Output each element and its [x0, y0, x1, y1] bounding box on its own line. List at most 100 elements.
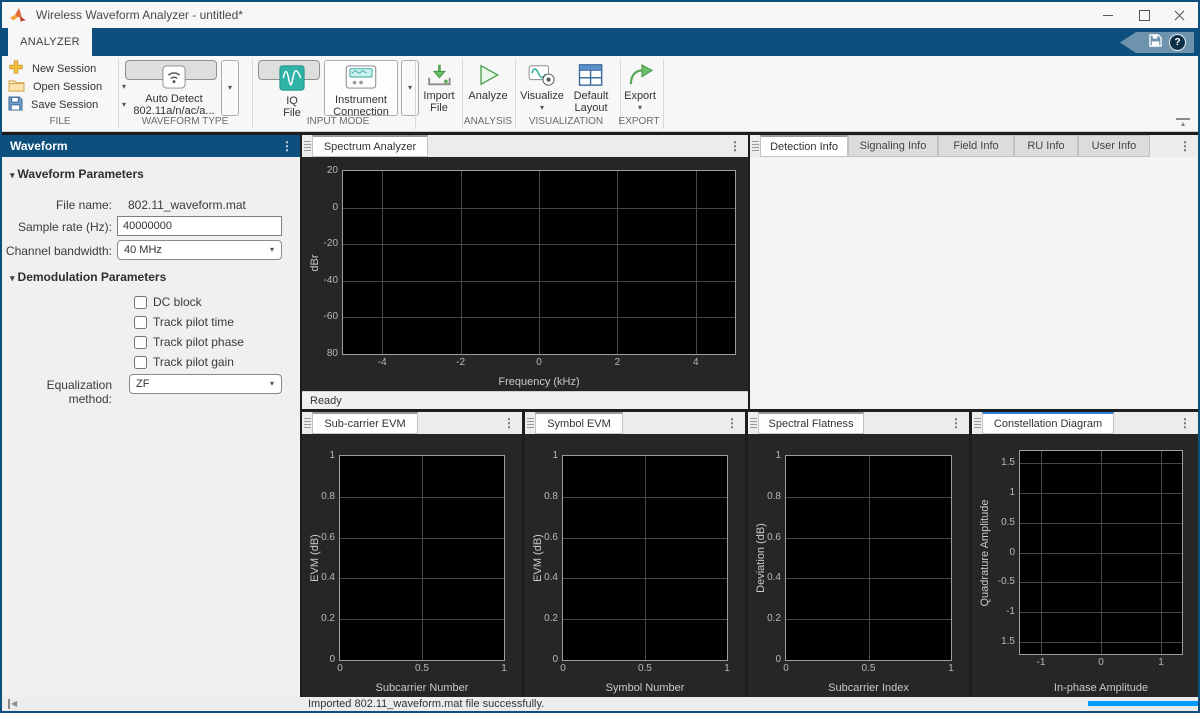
section-label-visualization: VISUALIZATION — [529, 116, 603, 127]
quick-access-bar: ? — [1120, 32, 1194, 53]
panel-grip-icon[interactable] — [974, 418, 981, 429]
channel-bandwidth-label: Channel bandwidth: — [2, 244, 112, 258]
minimize-button[interactable] — [1090, 2, 1126, 28]
analyze-button[interactable]: Analyze — [468, 60, 507, 120]
tab-detection-info[interactable]: Detection Info — [760, 135, 848, 157]
wifi-icon — [162, 65, 186, 92]
equalization-method-label: Equalization method: — [2, 378, 112, 406]
sample-rate-label: Sample rate (Hz): — [2, 220, 112, 234]
waveform-parameters-panel: Waveform Parameters File name: 802.11_wa… — [2, 157, 300, 697]
section-label-analysis: ANALYSIS — [464, 116, 512, 127]
visualize-button[interactable]: Visualize ▾ — [520, 60, 564, 120]
section-label-file: FILE — [49, 116, 70, 127]
open-session-button[interactable]: Open Session ▾ — [8, 78, 102, 95]
spectral-flatness-menu-icon[interactable]: ⋮ — [950, 417, 962, 429]
tab-ru-info[interactable]: RU Info — [1014, 135, 1078, 157]
title-bar: Wireless Waveform Analyzer - untitled* — [2, 2, 1198, 28]
auto-detect-button[interactable]: Auto Detect 802.11a/n/ac/a... — [125, 60, 217, 80]
panel-grip-icon[interactable] — [527, 418, 534, 429]
track-pilot-gain-checkbox[interactable] — [134, 356, 147, 369]
constellation-diagram-chart: 1.510.50-0.5-11.5-101Quadrature Amplitud… — [972, 434, 1198, 697]
section-label-input-mode: INPUT MODE — [307, 116, 370, 127]
track-pilot-time-checkbox[interactable] — [134, 316, 147, 329]
dc-block-checkbox-row: DC block — [134, 295, 202, 309]
waveform-panel-title: Waveform — [10, 139, 68, 153]
open-session-dropdown-icon[interactable]: ▾ — [122, 83, 126, 91]
save-session-button[interactable]: Save Session ▾ — [8, 96, 98, 113]
instrument-connection-button[interactable]: Instrument Connection — [324, 60, 398, 116]
maximize-icon — [1139, 10, 1150, 21]
section-label-waveform-type: WAVEFORM TYPE — [142, 116, 229, 127]
import-file-button[interactable]: Import File — [423, 60, 454, 120]
new-session-button[interactable]: New Session — [8, 60, 96, 77]
track-pilot-time-label: Track pilot time — [153, 315, 234, 329]
status-message: Imported 802.11_waveform.mat file succes… — [308, 698, 544, 710]
tab-signaling-info[interactable]: Signaling Info — [848, 135, 938, 157]
open-folder-icon — [8, 78, 25, 96]
export-button[interactable]: Export ▾ — [624, 60, 656, 120]
panel-grip-icon[interactable] — [750, 418, 757, 429]
status-scrollbar[interactable] — [1088, 701, 1198, 706]
info-tab-bar: Detection Info Signaling Info Field Info… — [750, 135, 1198, 157]
tab-spectral-flatness[interactable]: Spectral Flatness — [758, 412, 864, 434]
dc-block-checkbox[interactable] — [134, 296, 147, 309]
tab-spectrum-analyzer[interactable]: Spectrum Analyzer — [312, 135, 428, 157]
status-bar-left: ◀ — [2, 697, 300, 711]
waveform-parameters-header[interactable]: Waveform Parameters — [10, 167, 144, 181]
iq-file-icon — [279, 65, 305, 94]
default-layout-button[interactable]: Default Layout — [574, 60, 609, 120]
help-icon[interactable]: ? — [1169, 34, 1186, 51]
tab-constellation-diagram[interactable]: Constellation Diagram — [982, 412, 1114, 434]
ribbon-tab-bar: ANALYZER ? — [2, 28, 1198, 56]
save-icon — [8, 96, 23, 114]
spectrum-panel-menu-icon[interactable]: ⋮ — [729, 140, 741, 152]
panel-grip-icon[interactable] — [304, 141, 311, 152]
sample-rate-input[interactable] — [117, 216, 282, 236]
track-pilot-gain-checkbox-row: Track pilot gain — [134, 355, 234, 369]
quick-save-icon[interactable] — [1149, 34, 1162, 52]
track-pilot-phase-checkbox[interactable] — [134, 336, 147, 349]
symbol-evm-tab-bar: Symbol EVM ⋮ — [525, 412, 745, 434]
panel-grip-icon[interactable] — [304, 418, 311, 429]
import-file-icon — [426, 60, 452, 90]
first-page-icon[interactable]: ◀ — [8, 699, 17, 709]
status-bar: ◀ Imported 802.11_waveform.mat file succ… — [2, 697, 1198, 711]
spectrum-status-text: Ready — [310, 395, 342, 407]
waveform-type-dropdown[interactable]: ▾ — [221, 60, 239, 116]
collapse-ribbon-icon[interactable]: ▲ — [1176, 118, 1190, 130]
waveform-panel-header: Waveform ⋮ — [2, 135, 300, 157]
wireless-waveform-analyzer-window: Wireless Waveform Analyzer - untitled* A… — [0, 0, 1200, 713]
input-mode-dropdown[interactable]: ▾ — [401, 60, 419, 116]
export-dropdown-icon: ▾ — [638, 104, 642, 112]
track-pilot-gain-label: Track pilot gain — [153, 355, 234, 369]
equalization-method-select[interactable]: ZF ▾ — [129, 374, 282, 394]
visualize-icon — [528, 60, 556, 90]
symbol-evm-menu-icon[interactable]: ⋮ — [726, 417, 738, 429]
save-session-dropdown-icon[interactable]: ▾ — [122, 101, 126, 109]
track-pilot-phase-label: Track pilot phase — [153, 335, 244, 349]
close-icon — [1175, 10, 1185, 20]
close-button[interactable] — [1162, 2, 1198, 28]
instrument-icon — [345, 65, 377, 92]
tab-field-info[interactable]: Field Info — [938, 135, 1014, 157]
panel-grip-icon[interactable] — [752, 141, 759, 152]
iq-file-button[interactable]: IQ File — [258, 60, 320, 80]
track-pilot-phase-checkbox-row: Track pilot phase — [134, 335, 244, 349]
waveform-panel-menu-icon[interactable]: ⋮ — [281, 140, 293, 152]
constellation-tab-bar: Constellation Diagram ⋮ — [972, 412, 1198, 434]
file-name-value: 802.11_waveform.mat — [128, 198, 246, 212]
demodulation-parameters-header[interactable]: Demodulation Parameters — [10, 270, 166, 284]
tab-symbol-evm[interactable]: Symbol EVM — [535, 412, 623, 434]
maximize-button[interactable] — [1126, 2, 1162, 28]
spectral-flatness-tab-bar: Spectral Flatness ⋮ — [748, 412, 969, 434]
constellation-menu-icon[interactable]: ⋮ — [1179, 417, 1191, 429]
tab-subcarrier-evm[interactable]: Sub-carrier EVM — [312, 412, 418, 434]
tab-user-info[interactable]: User Info — [1078, 135, 1150, 157]
spectrum-analyzer-chart: 200-20-40-6080-4-2024dBrFrequency (kHz) — [302, 157, 748, 391]
visualize-dropdown-icon: ▾ — [540, 104, 544, 112]
info-panel-menu-icon[interactable]: ⋮ — [1179, 140, 1191, 152]
subcarrier-evm-menu-icon[interactable]: ⋮ — [503, 417, 515, 429]
tab-analyzer[interactable]: ANALYZER — [8, 28, 92, 56]
channel-bandwidth-select[interactable]: 40 MHz ▾ — [117, 240, 282, 260]
window-title: Wireless Waveform Analyzer - untitled* — [36, 8, 243, 22]
